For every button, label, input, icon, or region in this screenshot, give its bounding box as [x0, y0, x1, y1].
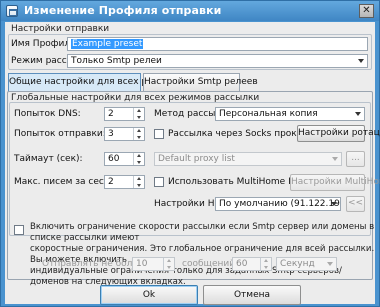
- socks-label: Рассылка через Socks прокси: [168, 129, 308, 139]
- send-mode-select[interactable]: Только Smtp релеи: [67, 54, 368, 68]
- dialog-window: Изменение Профиля отправки ✕ Настройки о…: [0, 0, 380, 307]
- multihome-label: Использовать MultiHome IP: [168, 177, 297, 187]
- rate-limit-checkbox[interactable]: [14, 225, 24, 235]
- spin-arrows-icon[interactable]: [133, 176, 144, 188]
- helo-value: По умолчанию (91.122.191.75): [219, 199, 340, 209]
- max-letters-value: 2: [108, 177, 114, 187]
- spin-arrows-icon[interactable]: [260, 258, 271, 270]
- send-attempts-stepper[interactable]: 3: [104, 127, 145, 141]
- ok-button[interactable]: Ok: [100, 285, 198, 305]
- send-no-more-label: Отправлять не более: [42, 259, 144, 269]
- rate-period-stepper[interactable]: 60: [232, 257, 272, 271]
- helo-collapse-button[interactable]: <<: [346, 196, 365, 212]
- tab-smtp-relays[interactable]: Настройки Smtp релеев: [143, 73, 258, 92]
- spin-arrows-icon[interactable]: [133, 108, 144, 120]
- method-select[interactable]: Персональная копия: [215, 107, 365, 121]
- send-attempts-label: Попыток отправки:: [14, 129, 106, 139]
- send-attempts-value: 3: [108, 129, 114, 139]
- rate-count-value: 10: [136, 259, 148, 269]
- proxy-list-value: Default proxy list: [158, 154, 235, 164]
- tab-general-settings[interactable]: Общие настройки для всех режимов: [8, 73, 184, 92]
- spin-arrows-icon[interactable]: [133, 128, 144, 140]
- helo-select[interactable]: По умолчанию (91.122.191.75): [215, 197, 341, 211]
- profile-name-input[interactable]: Example preset: [67, 37, 368, 51]
- dialog-body: Настройки отправки Имя Профиля: Example …: [5, 22, 380, 305]
- title-bar[interactable]: Изменение Профиля отправки ✕: [1, 1, 379, 21]
- max-letters-stepper[interactable]: 2: [104, 175, 145, 189]
- timeout-value: 60: [108, 154, 120, 164]
- profile-name-value: Example preset: [71, 39, 144, 49]
- close-button[interactable]: ✕: [359, 4, 374, 18]
- dns-attempts-stepper[interactable]: 2: [104, 107, 145, 121]
- send-mode-value: Только Smtp релеи: [71, 56, 162, 66]
- rotation-settings-button[interactable]: Настройки ротации: [297, 125, 380, 142]
- send-settings-title: Настройки отправки: [11, 24, 110, 34]
- rate-limit-description: Включить ограничение скорости рассылки е…: [30, 222, 375, 288]
- dns-attempts-value: 2: [108, 109, 114, 119]
- spin-arrows-icon[interactable]: [133, 153, 144, 165]
- proxy-more-button[interactable]: ...: [346, 151, 365, 167]
- socks-checkbox[interactable]: [154, 129, 164, 139]
- multihome-checkbox[interactable]: [154, 177, 164, 187]
- rate-unit-select[interactable]: Секунд: [276, 257, 337, 271]
- spin-arrows-icon[interactable]: [163, 258, 174, 270]
- multihome-settings-button[interactable]: Настройки MultiHome: [290, 174, 380, 191]
- method-value: Персональная копия: [219, 109, 318, 119]
- window-title: Изменение Профиля отправки: [24, 4, 222, 17]
- profile-edit-icon: [6, 5, 18, 17]
- rate-limit-line-1: Включить ограничение скорости рассылки е…: [30, 222, 375, 243]
- proxy-list-select[interactable]: Default proxy list: [154, 152, 342, 166]
- rate-unit-value: Секунд: [280, 259, 315, 269]
- rate-count-stepper[interactable]: 10: [132, 257, 175, 271]
- rate-period-value: 60: [236, 259, 248, 269]
- cancel-button[interactable]: Отмена: [203, 285, 301, 305]
- timeout-label: Таймаут (сек):: [14, 154, 83, 164]
- global-settings-frame: [9, 102, 371, 236]
- dns-attempts-label: Попыток DNS:: [14, 109, 81, 119]
- timeout-stepper[interactable]: 60: [104, 152, 145, 166]
